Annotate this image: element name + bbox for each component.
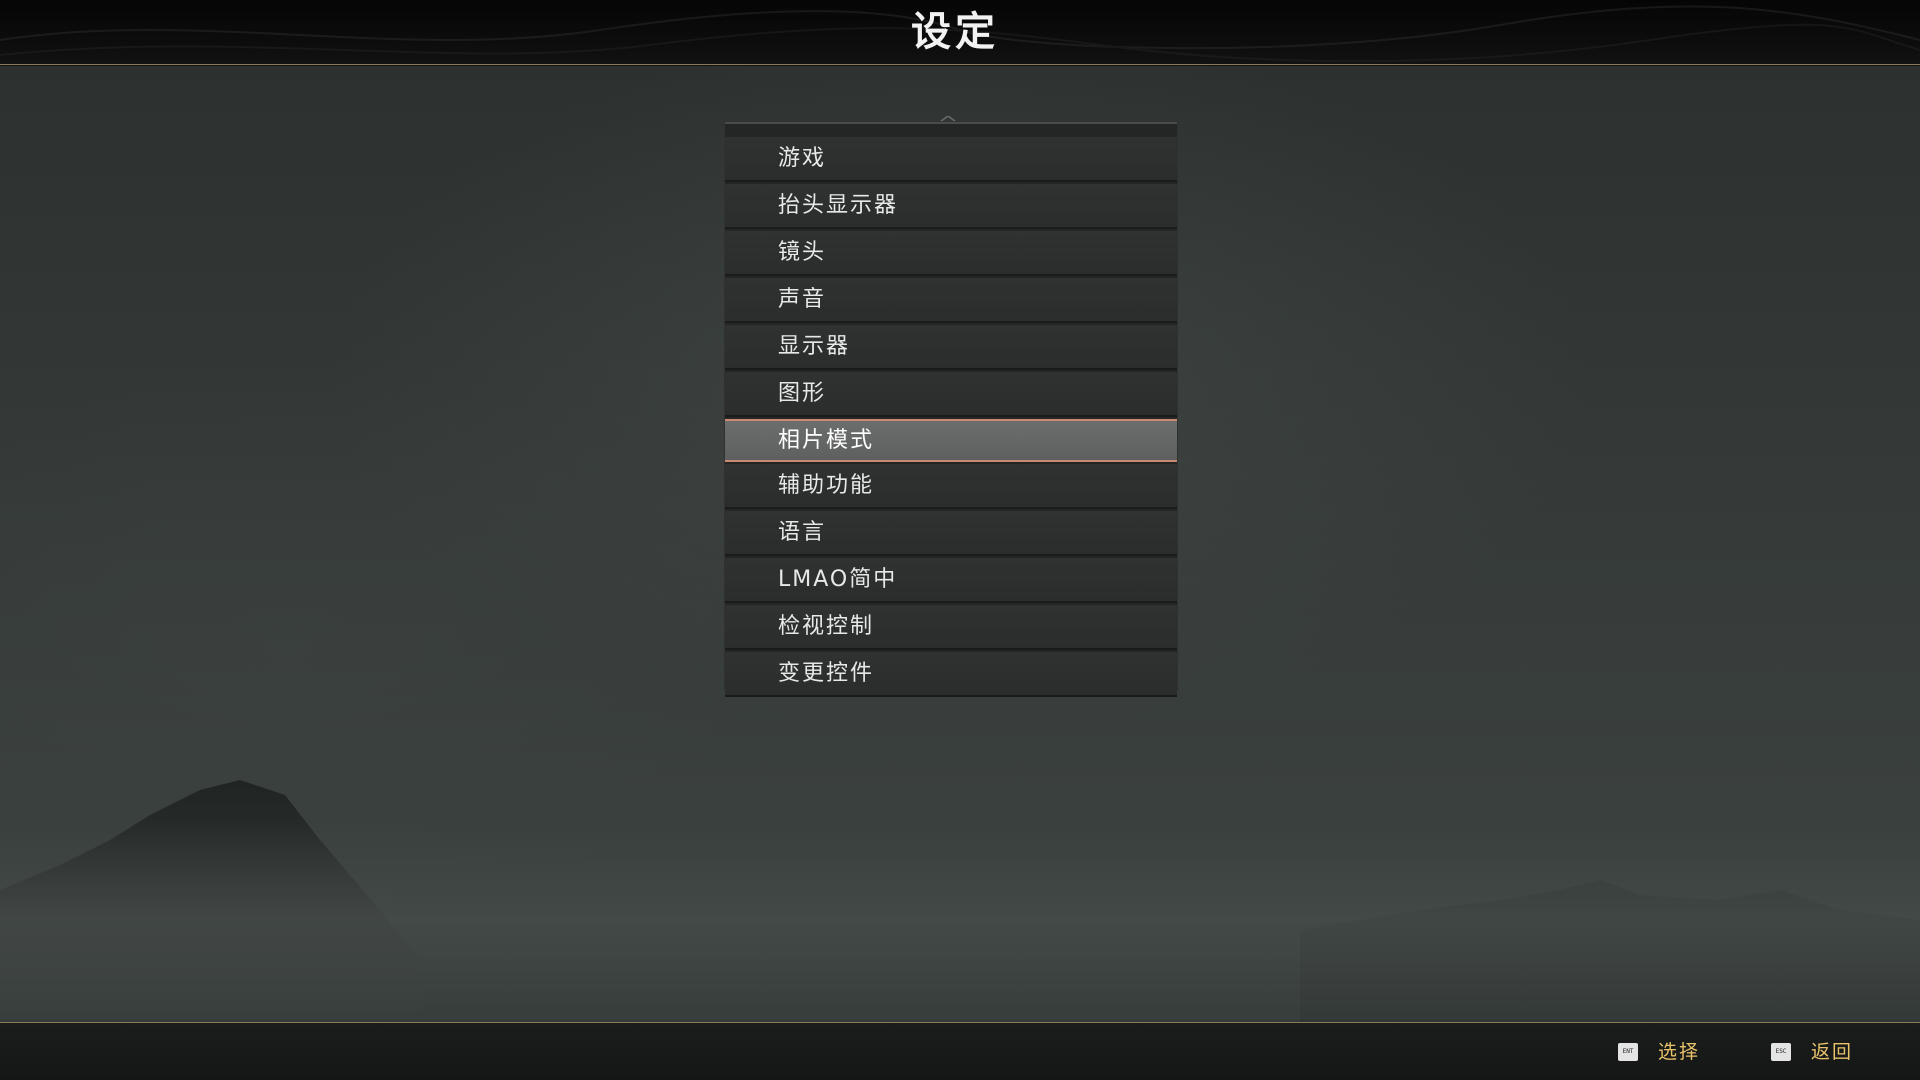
menu-item-view-controls[interactable]: 检视控制 — [725, 605, 1177, 650]
settings-menu-list: 游戏 抬头显示器 镜头 声音 显示器 图形 相片模式 辅助功能 语言 LMAO简… — [725, 124, 1177, 697]
select-label: 选择 — [1658, 1041, 1701, 1063]
menu-item-audio[interactable]: 声音 — [725, 278, 1177, 323]
menu-item-graphics[interactable]: 图形 — [725, 372, 1177, 417]
footer-bar: ENT 选择 ESC 返回 — [0, 1022, 1920, 1080]
menu-item-hud[interactable]: 抬头显示器 — [725, 184, 1177, 229]
fog-layer — [0, 820, 1920, 1020]
settings-menu: 游戏 抬头显示器 镜头 声音 显示器 图形 相片模式 辅助功能 语言 LMAO简… — [725, 122, 1177, 697]
enter-key-icon: ENT — [1618, 1043, 1638, 1061]
escape-key-icon: ESC — [1771, 1043, 1791, 1061]
menu-item-game[interactable]: 游戏 — [725, 137, 1177, 182]
menu-item-camera[interactable]: 镜头 — [725, 231, 1177, 276]
back-label: 返回 — [1811, 1041, 1854, 1063]
menu-item-lmao-chinese[interactable]: LMAO简中 — [725, 558, 1177, 603]
menu-item-change-controls[interactable]: 变更控件 — [725, 652, 1177, 697]
select-prompt[interactable]: ENT 选择 — [1618, 1041, 1700, 1063]
menu-item-accessibility[interactable]: 辅助功能 — [725, 464, 1177, 509]
header-bar: 设定 — [0, 0, 1920, 65]
menu-item-display[interactable]: 显示器 — [725, 325, 1177, 370]
settings-screen: 设定 游戏 抬头显示器 镜头 声音 显示器 图形 相片模式 辅助功能 语言 LM… — [0, 0, 1920, 1080]
back-prompt[interactable]: ESC 返回 — [1771, 1041, 1853, 1063]
page-title: 设定 — [911, 9, 999, 55]
menu-item-language[interactable]: 语言 — [725, 511, 1177, 556]
menu-item-photo-mode[interactable]: 相片模式 — [725, 419, 1177, 462]
